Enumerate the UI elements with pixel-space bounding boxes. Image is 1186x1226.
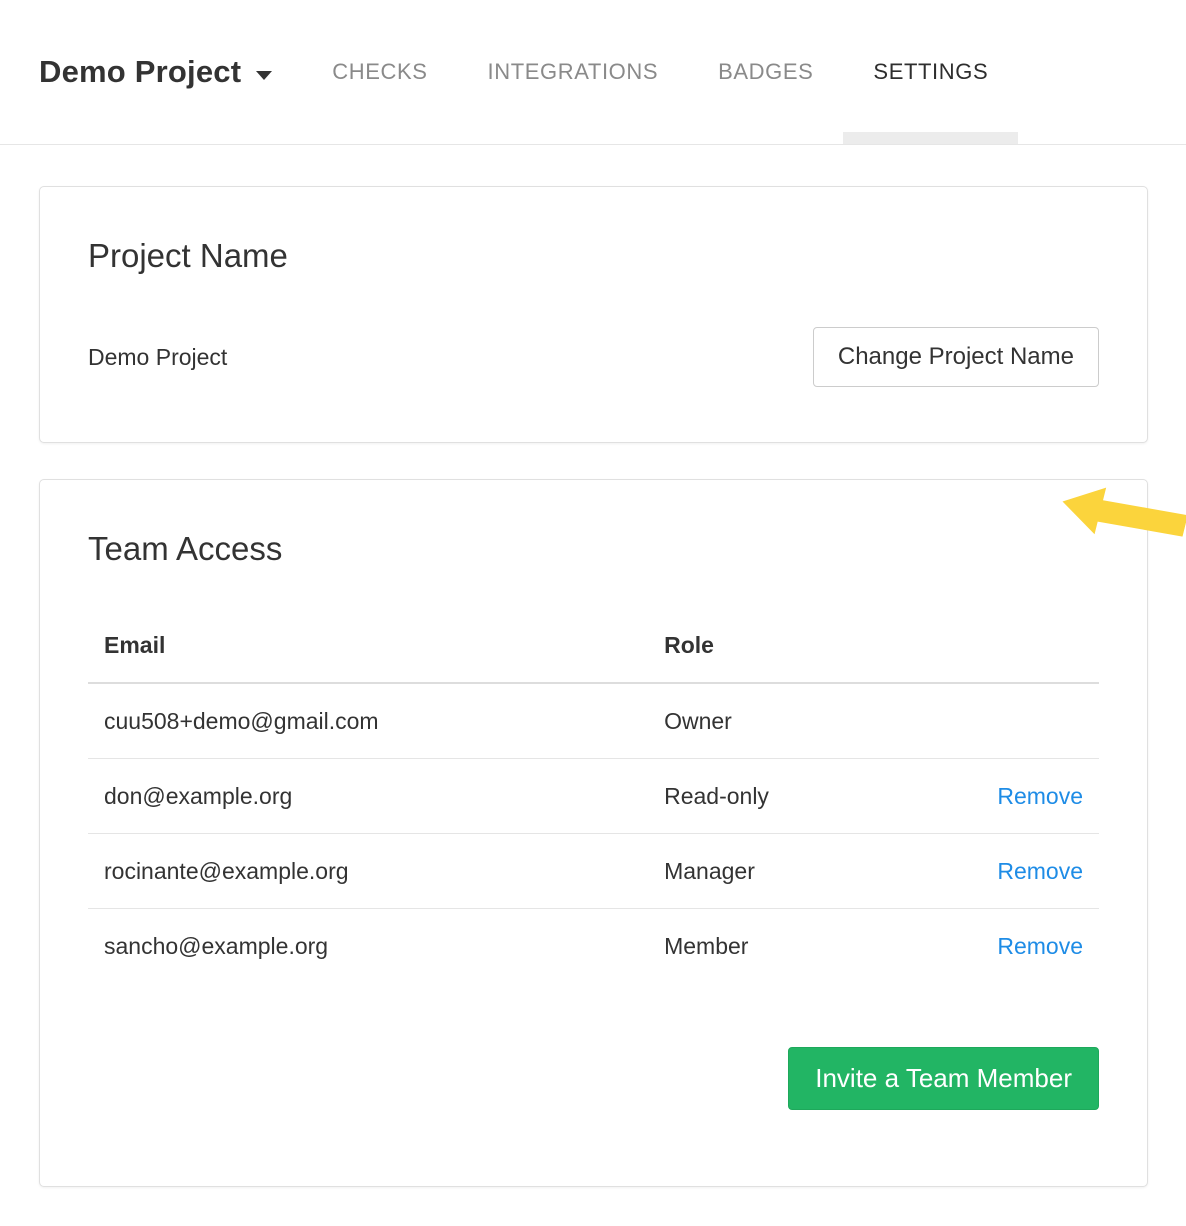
table-row: rocinante@example.org Manager Remove	[88, 834, 1099, 909]
project-switcher[interactable]: Demo Project	[39, 54, 272, 90]
project-name-row: Demo Project Change Project Name	[88, 327, 1099, 387]
project-name-card: Project Name Demo Project Change Project…	[39, 186, 1148, 443]
member-action-cell: Remove	[931, 909, 1099, 984]
team-members-table: Email Role cuu508+demo@gmail.com Owner d…	[88, 608, 1099, 983]
member-email: rocinante@example.org	[88, 834, 648, 909]
team-access-heading: Team Access	[88, 530, 1099, 568]
member-action-cell: Remove	[931, 759, 1099, 834]
tab-checks[interactable]: CHECKS	[302, 0, 457, 144]
member-action-cell	[931, 683, 1099, 759]
remove-member-link[interactable]: Remove	[997, 858, 1083, 884]
project-title: Demo Project	[39, 54, 241, 90]
member-role: Member	[648, 909, 931, 984]
member-email: cuu508+demo@gmail.com	[88, 683, 648, 759]
member-role: Owner	[648, 683, 931, 759]
settings-page: Project Name Demo Project Change Project…	[0, 186, 1186, 1187]
invite-team-member-button[interactable]: Invite a Team Member	[788, 1047, 1099, 1110]
tab-badges[interactable]: BADGES	[688, 0, 843, 144]
action-column-header	[931, 608, 1099, 683]
current-project-name: Demo Project	[88, 344, 227, 371]
member-email: sancho@example.org	[88, 909, 648, 984]
member-email: don@example.org	[88, 759, 648, 834]
invite-row: Invite a Team Member	[88, 1047, 1099, 1110]
table-row: don@example.org Read-only Remove	[88, 759, 1099, 834]
project-name-heading: Project Name	[88, 237, 1099, 275]
tab-integrations[interactable]: INTEGRATIONS	[458, 0, 689, 144]
change-project-name-button[interactable]: Change Project Name	[813, 327, 1099, 387]
caret-down-icon	[256, 71, 272, 80]
member-action-cell: Remove	[931, 834, 1099, 909]
tab-settings[interactable]: SETTINGS	[843, 0, 1018, 144]
member-role: Manager	[648, 834, 931, 909]
role-column-header: Role	[648, 608, 931, 683]
team-access-card: Team Access Email Role cuu508+demo@gmail…	[39, 479, 1148, 1187]
email-column-header: Email	[88, 608, 648, 683]
remove-member-link[interactable]: Remove	[997, 933, 1083, 959]
table-row: cuu508+demo@gmail.com Owner	[88, 683, 1099, 759]
top-navbar: Demo Project CHECKS INTEGRATIONS BADGES …	[0, 0, 1186, 145]
table-row: sancho@example.org Member Remove	[88, 909, 1099, 984]
table-header-row: Email Role	[88, 608, 1099, 683]
remove-member-link[interactable]: Remove	[997, 783, 1083, 809]
nav-tabs: CHECKS INTEGRATIONS BADGES SETTINGS	[302, 0, 1018, 144]
member-role: Read-only	[648, 759, 931, 834]
